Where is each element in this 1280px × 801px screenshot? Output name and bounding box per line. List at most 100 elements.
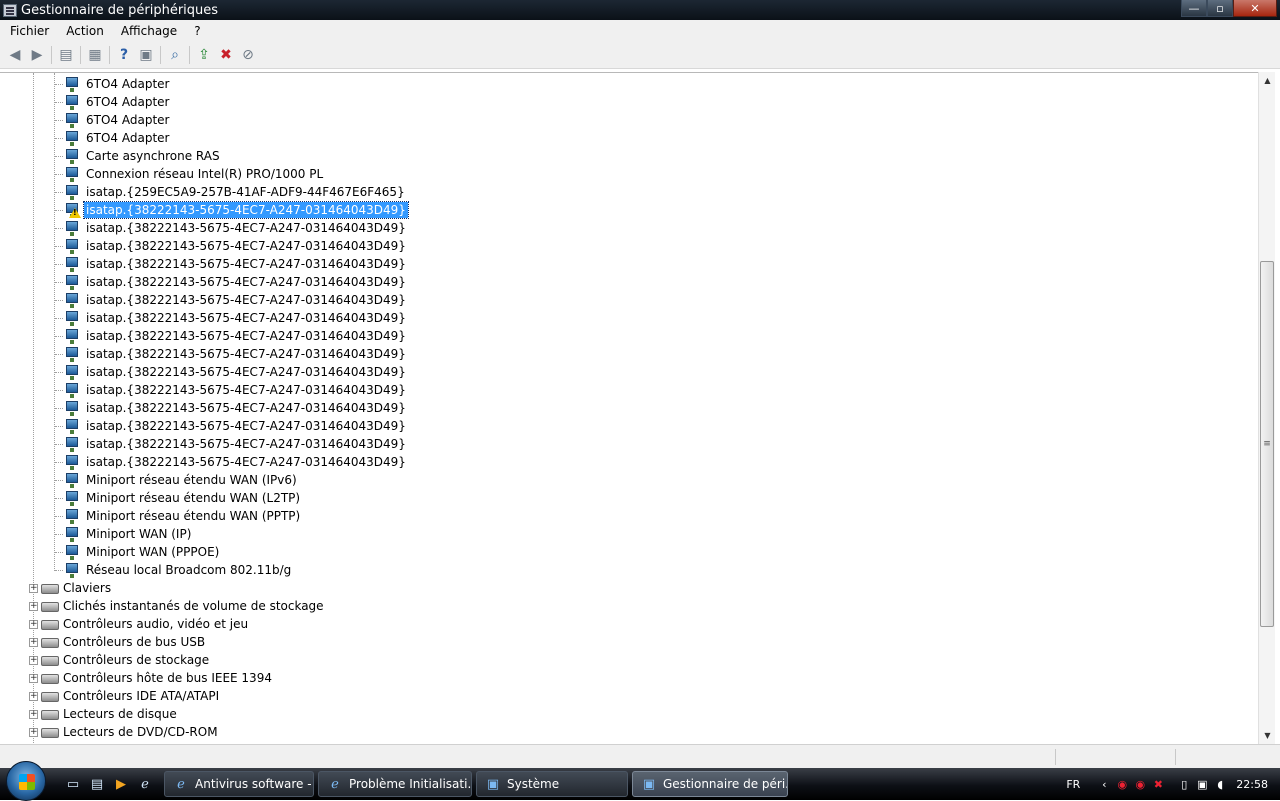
media-player-icon[interactable]: ▶ xyxy=(110,773,132,795)
tree-connector xyxy=(55,407,63,409)
menu-affichage[interactable]: Affichage xyxy=(111,24,184,38)
menu-action[interactable]: Action xyxy=(56,24,111,38)
device-row[interactable]: 6TO4 Adapter xyxy=(55,75,171,93)
show-desktop-icon[interactable]: ▭ xyxy=(62,773,84,795)
device-row[interactable]: Miniport réseau étendu WAN (L2TP) xyxy=(55,489,302,507)
device-row[interactable]: isatap.{38222143-5675-4EC7-A247-03146404… xyxy=(55,417,408,435)
expand-icon[interactable]: + xyxy=(29,619,38,629)
taskbar-button[interactable]: ▣ Gestionnaire de péri... xyxy=(632,771,788,797)
device-row[interactable]: Miniport réseau étendu WAN (IPv6) xyxy=(55,471,299,489)
device-label: isatap.{38222143-5675-4EC7-A247-03146404… xyxy=(86,239,406,253)
device-row[interactable]: isatap.{38222143-5675-4EC7-A247-03146404… xyxy=(55,363,408,381)
chevron-left-icon[interactable]: ‹ xyxy=(1096,776,1112,792)
device-icon[interactable]: ▯ xyxy=(1176,776,1192,792)
expand-icon[interactable]: + xyxy=(29,691,38,701)
help-button[interactable]: ? xyxy=(113,44,135,66)
device-row[interactable]: isatap.{38222143-5675-4EC7-A247-03146404… xyxy=(55,273,408,291)
category-row[interactable]: + Contrôleurs de stockage xyxy=(29,651,211,669)
back-arrow-icon: ◀ xyxy=(9,47,21,63)
taskbar-button[interactable]: ▣ Système xyxy=(476,771,628,797)
device-row[interactable]: isatap.{38222143-5675-4EC7-A247-03146404… xyxy=(55,435,408,453)
device-row[interactable]: Connexion réseau Intel(R) PRO/1000 PL xyxy=(55,165,325,183)
tree-connector xyxy=(55,281,63,283)
network-adapter-icon xyxy=(64,148,80,164)
device-row[interactable]: isatap.{38222143-5675-4EC7-A247-03146404… xyxy=(55,237,408,255)
device-row[interactable]: Réseau local Broadcom 802.11b/g xyxy=(55,561,293,579)
device-row[interactable]: Carte asynchrone RAS xyxy=(55,147,222,165)
expand-icon[interactable]: + xyxy=(29,673,38,683)
menu-fichier[interactable]: Fichier xyxy=(0,24,56,38)
forward-button[interactable]: ▶ xyxy=(26,44,48,66)
device-row[interactable]: isatap.{38222143-5675-4EC7-A247-03146404… xyxy=(55,255,408,273)
category-row[interactable]: + Contrôleurs IDE ATA/ATAPI xyxy=(29,687,221,705)
update-driver-button[interactable]: ⇪ xyxy=(193,44,215,66)
system-icon: ▣ xyxy=(486,776,500,792)
device-tree[interactable]: 6TO4 Adapter 6TO4 Adapter 6TO4 Adapter 6TO4… xyxy=(0,72,1258,744)
device-row[interactable]: isatap.{259EC5A9-257B-41AF-ADF9-44F467E6… xyxy=(55,183,407,201)
category-row[interactable]: + Clichés instantanés de volume de stocka… xyxy=(29,597,326,615)
security-alert-icon[interactable]: ✖ xyxy=(1150,776,1166,792)
taskbar-button[interactable]: ℯ Problème Initialisati... xyxy=(318,771,472,797)
up-level-button[interactable]: ▤ xyxy=(55,44,77,66)
category-row[interactable]: + Contrôleurs de bus USB xyxy=(29,633,207,651)
antivirus-icon[interactable]: ◉ xyxy=(1114,776,1130,792)
clock[interactable]: 22:58 xyxy=(1236,778,1268,791)
network-adapter-icon xyxy=(64,544,80,560)
scrollbar-thumb[interactable]: ≡ xyxy=(1260,261,1274,627)
device-row[interactable]: isatap.{38222143-5675-4EC7-A247-03146404… xyxy=(55,345,408,363)
scroll-down-icon[interactable]: ▼ xyxy=(1259,727,1276,744)
maximize-button[interactable]: ▫ xyxy=(1207,0,1233,17)
category-row[interactable]: + Contrôleurs audio, vidéo et jeu xyxy=(29,615,250,633)
scan-hardware-button[interactable]: ⌕ xyxy=(164,44,186,66)
expand-icon[interactable]: + xyxy=(29,601,38,611)
minimize-button[interactable]: — xyxy=(1181,0,1207,17)
taskbar-button[interactable]: ℯ Antivirus software - ... xyxy=(164,771,314,797)
menu-help[interactable]: ? xyxy=(184,24,207,38)
uninstall-button[interactable]: ✖ xyxy=(215,44,237,66)
language-indicator[interactable]: FR xyxy=(1066,778,1080,791)
device-row[interactable]: isatap.{38222143-5675-4EC7-A247-03146404… xyxy=(55,399,408,417)
ie-quicklaunch-icon[interactable]: ℯ xyxy=(134,773,156,795)
back-button[interactable]: ◀ xyxy=(4,44,26,66)
network-adapter-icon xyxy=(64,454,80,470)
device-row[interactable]: isatap.{38222143-5675-4EC7-A247-03146404… xyxy=(55,327,408,345)
device-label: isatap.{38222143-5675-4EC7-A247-03146404… xyxy=(86,419,406,433)
device-row[interactable]: Miniport WAN (PPPOE) xyxy=(55,543,221,561)
device-row[interactable]: isatap.{38222143-5675-4EC7-A247-03146404… xyxy=(55,291,408,309)
scroll-up-icon[interactable]: ▲ xyxy=(1259,72,1276,89)
category-row[interactable]: + Lecteurs de disque xyxy=(29,705,179,723)
device-row[interactable]: Miniport WAN (IP) xyxy=(55,525,193,543)
tree-connector xyxy=(55,317,63,319)
network-icon[interactable]: ▣ xyxy=(1194,776,1210,792)
category-row[interactable]: + Claviers xyxy=(29,579,113,597)
volume-icon[interactable]: ◖ xyxy=(1212,776,1228,792)
tree-connector xyxy=(55,155,63,157)
tree-connector xyxy=(55,137,63,139)
window-controls: — ▫ ✕ xyxy=(1181,0,1277,17)
device-row[interactable]: Miniport réseau étendu WAN (PPTP) xyxy=(55,507,302,525)
device-row[interactable]: 6TO4 Adapter xyxy=(55,111,171,129)
device-row[interactable]: isatap.{38222143-5675-4EC7-A247-03146404… xyxy=(55,201,409,219)
category-row[interactable]: + Contrôleurs hôte de bus IEEE 1394 xyxy=(29,669,274,687)
properties-button[interactable]: ▦ xyxy=(84,44,106,66)
device-row[interactable]: 6TO4 Adapter xyxy=(55,93,171,111)
device-row[interactable]: 6TO4 Adapter xyxy=(55,129,171,147)
expand-icon[interactable]: + xyxy=(29,637,38,647)
expand-icon[interactable]: + xyxy=(29,655,38,665)
show-hide-button[interactable]: ▣ xyxy=(135,44,157,66)
expand-icon[interactable]: + xyxy=(29,709,38,719)
category-label: Contrôleurs de stockage xyxy=(63,653,210,667)
category-row[interactable]: + Lecteurs de DVD/CD-ROM xyxy=(29,723,220,741)
disable-button[interactable]: ⊘ xyxy=(237,44,259,66)
device-row[interactable]: isatap.{38222143-5675-4EC7-A247-03146404… xyxy=(55,309,408,327)
expand-icon[interactable]: + xyxy=(29,727,38,737)
device-row[interactable]: isatap.{38222143-5675-4EC7-A247-03146404… xyxy=(55,381,408,399)
close-button[interactable]: ✕ xyxy=(1233,0,1277,17)
vertical-scrollbar[interactable]: ▲ ≡ ▼ xyxy=(1258,72,1275,744)
device-row[interactable]: isatap.{38222143-5675-4EC7-A247-03146404… xyxy=(55,219,408,237)
start-button[interactable] xyxy=(6,761,46,801)
expand-icon[interactable]: + xyxy=(29,583,38,593)
device-row[interactable]: isatap.{38222143-5675-4EC7-A247-03146404… xyxy=(55,453,408,471)
switch-windows-icon[interactable]: ▤ xyxy=(86,773,108,795)
security-icon[interactable]: ◉ xyxy=(1132,776,1148,792)
